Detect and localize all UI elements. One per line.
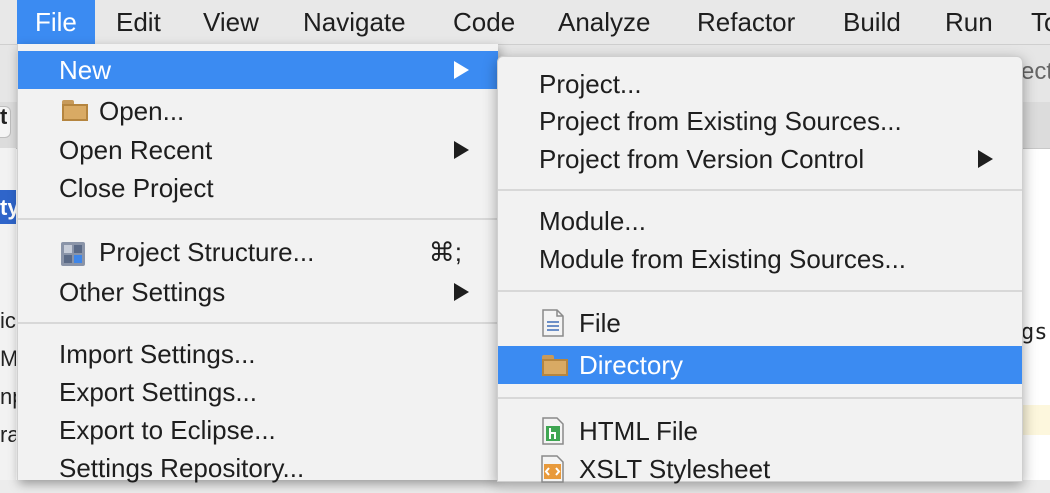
file-icon — [542, 309, 564, 337]
submenu-arrow-icon — [978, 150, 993, 168]
menu-item-other-settings[interactable]: Other Settings — [18, 273, 498, 311]
menu-item-label: Project from Version Control — [539, 144, 865, 174]
submenu-arrow-icon — [454, 61, 469, 79]
menu-item-label: Close Project — [59, 173, 214, 203]
submenu-arrow-icon — [454, 283, 469, 301]
menu-separator — [498, 189, 1022, 191]
menu-item-open-recent[interactable]: Open Recent — [18, 131, 498, 169]
menu-item-close-project[interactable]: Close Project — [18, 169, 498, 207]
menu-item-file[interactable]: File — [498, 304, 1022, 342]
menu-separator — [18, 322, 498, 324]
menu-run[interactable]: Run — [945, 0, 993, 44]
menu-item-project-existing[interactable]: Project from Existing Sources... — [498, 102, 1022, 140]
menu-code[interactable]: Code — [453, 0, 515, 44]
bg-glyph: t — [0, 104, 8, 129]
menu-item-export-eclipse[interactable]: Export to Eclipse... — [18, 411, 498, 449]
file-menu: New Open... Open Recent Close Project Pr… — [17, 44, 498, 483]
menu-item-label: New — [59, 55, 112, 85]
menu-item-new[interactable]: New — [18, 51, 498, 89]
menu-separator — [498, 290, 1022, 292]
menu-separator — [18, 218, 498, 220]
menu-item-open[interactable]: Open... — [18, 92, 498, 130]
menu-item-label: Project... — [539, 69, 642, 99]
menu-item-project-structure[interactable]: Project Structure... ⌘; — [18, 233, 498, 271]
menu-item-project-vcs[interactable]: Project from Version Control — [498, 140, 1022, 178]
menu-item-module[interactable]: Module... — [498, 202, 1022, 240]
menu-item-import-settings[interactable]: Import Settings... — [18, 335, 498, 373]
menu-item-project[interactable]: Project... — [498, 65, 1022, 103]
folder-icon — [542, 355, 568, 376]
html-file-icon — [542, 417, 564, 445]
menu-tools[interactable]: To — [1031, 0, 1050, 44]
menu-build[interactable]: Build — [843, 0, 901, 44]
submenu-arrow-icon — [454, 141, 469, 159]
menu-item-label: Import Settings... — [59, 339, 256, 369]
menu-item-label: Open Recent — [59, 135, 213, 165]
bg-line: np — [0, 384, 16, 409]
menu-refactor[interactable]: Refactor — [697, 0, 795, 44]
menu-edit[interactable]: Edit — [116, 0, 161, 44]
menu-item-label: File — [579, 308, 621, 338]
menu-item-label: Directory — [579, 350, 684, 380]
menu-bar: File Edit View Navigate Code Analyze Ref… — [0, 0, 1050, 45]
menu-item-label: Other Settings — [59, 277, 226, 307]
bg-code-text: gs) — [1021, 320, 1050, 345]
folder-icon — [62, 100, 88, 121]
menu-item-label: Export to Eclipse... — [59, 415, 276, 445]
menu-item-label: Export Settings... — [59, 377, 257, 407]
menu-item-export-settings[interactable]: Export Settings... — [18, 373, 498, 411]
menu-analyze[interactable]: Analyze — [558, 0, 651, 44]
bg-tab-text: ect — [1021, 58, 1050, 85]
bg-line: M — [0, 346, 16, 371]
menu-item-label: XSLT Stylesheet — [579, 454, 771, 484]
menu-item-label: Module from Existing Sources... — [539, 244, 907, 274]
menu-file[interactable]: File — [17, 0, 95, 44]
menu-item-module-existing[interactable]: Module from Existing Sources... — [498, 240, 1022, 278]
menu-view[interactable]: View — [203, 0, 259, 44]
menu-item-directory[interactable]: Directory — [498, 346, 1022, 384]
bg-highlight-line — [1020, 405, 1050, 435]
new-submenu: Project... Project from Existing Sources… — [497, 56, 1023, 484]
menu-item-settings-repository[interactable]: Settings Repository... — [18, 449, 498, 487]
menu-separator — [498, 397, 1022, 399]
menu-item-label: Project Structure... — [99, 237, 315, 267]
menu-item-label: HTML File — [579, 416, 698, 446]
menu-item-xslt[interactable]: XSLT Stylesheet — [498, 450, 1022, 488]
menu-item-html-file[interactable]: HTML File — [498, 412, 1022, 450]
xslt-icon — [541, 455, 565, 483]
menu-item-label: Module... — [539, 206, 646, 236]
menu-item-label: Project from Existing Sources... — [539, 106, 902, 136]
bg-glyph: ty — [0, 195, 16, 220]
menu-navigate[interactable]: Navigate — [303, 0, 406, 44]
menu-item-label: Settings Repository... — [59, 453, 305, 483]
bg-line: ic — [0, 308, 16, 333]
menu-item-label: Open... — [99, 96, 185, 126]
project-structure-icon — [60, 239, 86, 266]
bg-line: ra — [0, 422, 16, 447]
shortcut-label: ⌘; — [428, 237, 462, 267]
